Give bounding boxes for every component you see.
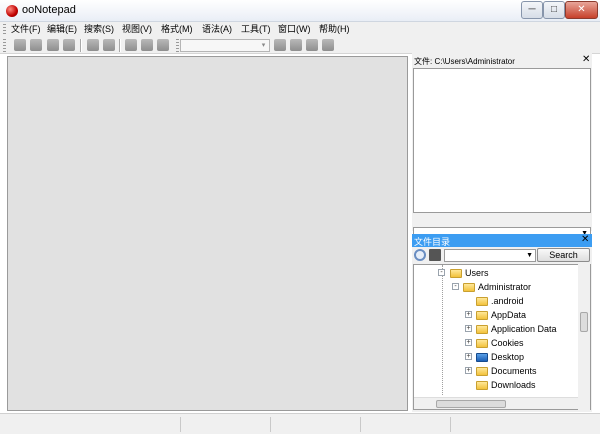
directory-tree[interactable]: - Users - Administrator .android + AppDa… (413, 264, 591, 410)
vertical-scrollbar[interactable] (578, 264, 590, 410)
tree-item-label: AppData (491, 310, 527, 320)
folder-icon (476, 297, 488, 306)
expand-icon[interactable]: + (465, 325, 472, 332)
directory-toolbar: ▼ Search (412, 247, 592, 264)
close-window-button[interactable]: ✕ (565, 1, 598, 19)
close-icon[interactable]: ✕ (582, 54, 590, 65)
tree-item[interactable]: + Documents (414, 364, 578, 378)
toolbar-separator (80, 39, 82, 52)
app-icon (6, 5, 18, 17)
scrollbar-thumb[interactable] (580, 312, 588, 332)
find-next-icon[interactable] (290, 39, 302, 51)
status-cell (180, 417, 270, 432)
status-cell (360, 417, 450, 432)
collapse-icon[interactable]: - (452, 283, 459, 290)
folder-icon (476, 339, 488, 348)
folder-icon (476, 367, 488, 376)
status-bar (0, 413, 600, 434)
copy-icon[interactable] (141, 39, 153, 51)
cut-icon[interactable] (125, 39, 137, 51)
user-folder-icon (463, 283, 475, 292)
expand-icon[interactable]: + (465, 367, 472, 374)
menu-tools[interactable]: 工具(T) (241, 23, 271, 36)
tree-item[interactable]: Downloads (414, 378, 578, 392)
tree-item-label: Documents (491, 366, 537, 376)
expand-icon[interactable]: + (465, 339, 472, 346)
desktop-icon (476, 353, 488, 362)
paste-icon[interactable] (157, 39, 169, 51)
directory-search-input[interactable]: ▼ (444, 249, 536, 262)
status-cell (270, 417, 360, 432)
tree-item[interactable]: - Administrator (414, 280, 578, 294)
binoculars-icon[interactable] (429, 249, 441, 261)
directory-panel: 文件目录 ✕ ▼ Search - Users - Administrator … (412, 234, 592, 412)
menu-help[interactable]: 帮助(H) (319, 23, 350, 36)
toolbar-grip (176, 39, 179, 52)
folder-icon (450, 269, 462, 278)
new-file-icon[interactable] (14, 39, 26, 51)
editor-area[interactable] (7, 56, 408, 411)
menu-edit[interactable]: 编辑(E) (47, 23, 77, 36)
scrollbar-thumb[interactable] (436, 400, 506, 408)
tree-item-label: Application Data (491, 324, 557, 334)
tree-item-label: Desktop (491, 352, 525, 362)
menu-view[interactable]: 视图(V) (122, 23, 152, 36)
tree-item[interactable]: .android (414, 294, 578, 308)
horizontal-scrollbar[interactable] (414, 397, 578, 409)
folder-icon (476, 311, 488, 320)
tree-item-label: Cookies (491, 338, 524, 348)
minimize-button[interactable]: ─ (521, 1, 543, 19)
toolbar-separator (119, 39, 121, 52)
undo-icon[interactable] (87, 39, 99, 51)
replace-icon[interactable] (322, 39, 334, 51)
close-icon[interactable]: ✕ (581, 234, 589, 245)
open-file-icon[interactable] (30, 39, 42, 51)
tree-item-label: Administrator (478, 282, 532, 292)
search-button[interactable]: Search (537, 248, 590, 262)
menu-bar: 文件(F) 编辑(E) 搜索(S) 视图(V) 格式(M) 语法(A) 工具(T… (0, 22, 600, 37)
expand-icon[interactable]: + (465, 353, 472, 360)
folder-icon (476, 381, 488, 390)
menu-search[interactable]: 搜索(S) (84, 23, 114, 36)
maximize-button[interactable]: □ (543, 1, 565, 19)
toolbar-combo[interactable]: ▾ (180, 39, 270, 52)
menu-grip (3, 24, 6, 35)
chevron-down-icon[interactable]: ▾ (259, 41, 268, 50)
file-panel-header: 文件: C:\Users\Administrator ✕ (412, 53, 592, 67)
window-title: ooNotepad (22, 4, 76, 16)
folder-icon (476, 325, 488, 334)
status-cell (450, 417, 540, 432)
refresh-icon[interactable] (414, 249, 426, 261)
directory-panel-header: 文件目录 ✕ (412, 234, 592, 247)
toolbar-grip (3, 39, 6, 52)
expand-icon[interactable]: + (465, 311, 472, 318)
tree-item[interactable]: + Desktop (414, 350, 578, 364)
menu-format[interactable]: 格式(M) (161, 23, 193, 36)
save-all-icon[interactable] (63, 39, 75, 51)
redo-icon[interactable] (103, 39, 115, 51)
tree-item-label: .android (491, 296, 524, 306)
find-icon[interactable] (274, 39, 286, 51)
menu-syntax[interactable]: 语法(A) (202, 23, 232, 36)
toolbar: ▾ (0, 37, 600, 54)
menu-file[interactable]: 文件(F) (11, 23, 41, 36)
tree-item-label: Downloads (491, 380, 536, 390)
collapse-icon[interactable]: - (438, 269, 445, 276)
title-bar: ooNotepad ─ □ ✕ (0, 0, 600, 22)
tree-item[interactable]: + Application Data (414, 322, 578, 336)
save-icon[interactable] (47, 39, 59, 51)
tree-item[interactable]: + AppData (414, 308, 578, 322)
file-path-label: 文件: C:\Users\Administrator (414, 57, 515, 66)
tree-item-label: Users (465, 268, 489, 278)
tree-item[interactable]: - Users (414, 266, 578, 280)
file-panel: 文件: C:\Users\Administrator ✕ ▼ (412, 53, 592, 243)
find-previous-icon[interactable] (306, 39, 318, 51)
file-list[interactable] (413, 68, 591, 213)
tree-item[interactable]: + Cookies (414, 336, 578, 350)
menu-window[interactable]: 窗口(W) (278, 23, 311, 36)
chevron-down-icon[interactable]: ▼ (526, 252, 533, 259)
